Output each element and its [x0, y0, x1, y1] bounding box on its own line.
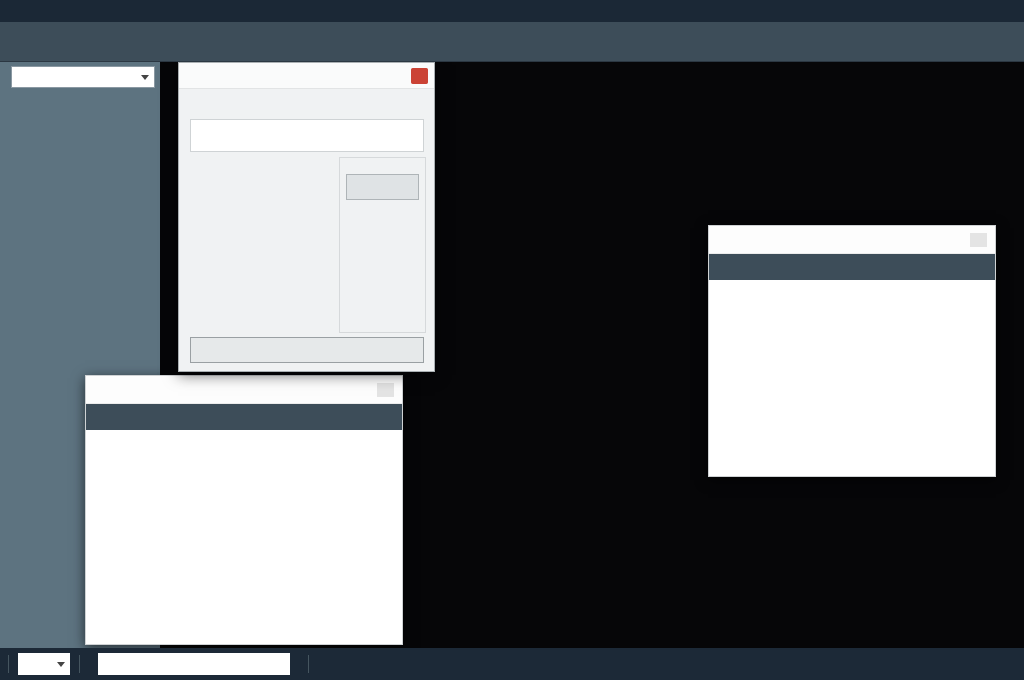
- fill-mode-radio-group: [190, 119, 424, 152]
- window-button[interactable]: [377, 383, 394, 397]
- separator: [308, 655, 309, 673]
- menu-bar: [0, 0, 1024, 22]
- magnifier-toolbar: [709, 254, 995, 280]
- dialog-titlebar[interactable]: [179, 63, 434, 89]
- magnifier-window-right: [708, 225, 996, 477]
- window-button[interactable]: [970, 233, 987, 247]
- magnifier-titlebar[interactable]: [86, 376, 402, 404]
- pcb-zoom-detail: [86, 430, 402, 644]
- reset-button[interactable]: [346, 174, 419, 200]
- magnifier-content[interactable]: [709, 280, 995, 476]
- magnifier-window-left: [85, 375, 403, 645]
- main-toolbar: [0, 22, 1024, 62]
- status-bar: [0, 648, 1024, 680]
- magnifier-content[interactable]: [86, 430, 402, 644]
- separator: [79, 655, 80, 673]
- magnifier-titlebar[interactable]: [709, 226, 995, 254]
- magnifier-toolbar: [86, 404, 402, 430]
- transform-group: [339, 157, 426, 333]
- close-button[interactable]: [190, 337, 424, 363]
- chevron-down-icon: [141, 75, 149, 80]
- dialog-close-button[interactable]: [411, 68, 428, 84]
- unit-select[interactable]: [18, 653, 70, 675]
- separator: [8, 655, 9, 673]
- command-input[interactable]: [98, 653, 290, 675]
- chevron-down-icon: [57, 662, 65, 667]
- step-select[interactable]: [11, 66, 155, 88]
- graphic-options-dialog: [178, 62, 435, 372]
- application-window: [0, 0, 1024, 680]
- pcb-zoom-detail: [709, 280, 995, 476]
